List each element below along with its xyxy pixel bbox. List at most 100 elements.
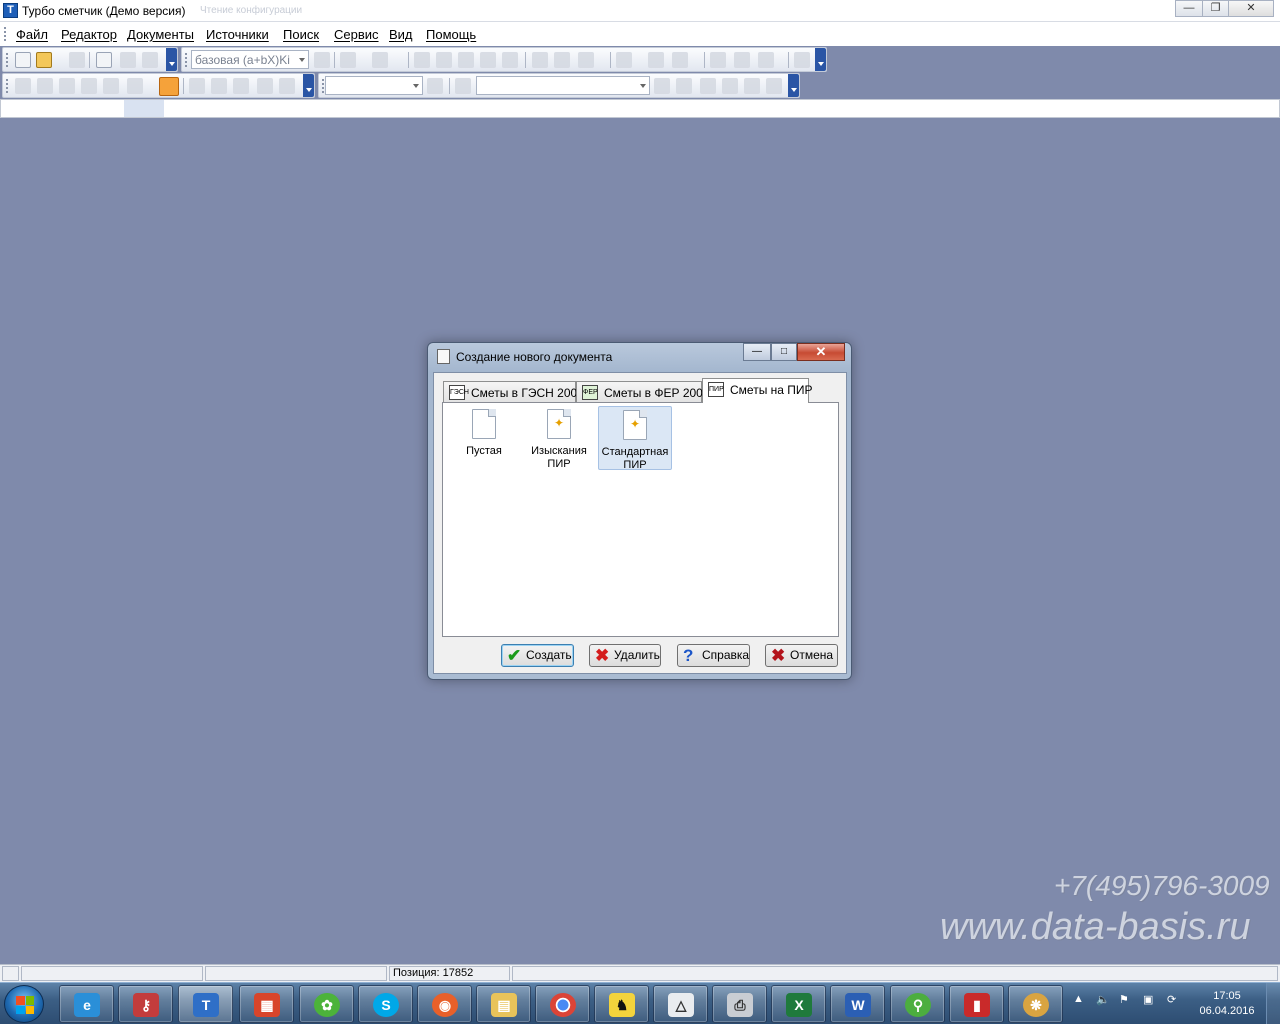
columns-icon[interactable] xyxy=(127,78,143,94)
menu-grip[interactable] xyxy=(4,27,7,41)
show-desktop-button[interactable] xyxy=(1266,983,1280,1024)
menu-documents[interactable]: Документы xyxy=(127,27,194,42)
taskbar-books-app[interactable]: ▮ xyxy=(949,985,1004,1023)
merge-icon[interactable] xyxy=(502,52,518,68)
grid-icon[interactable] xyxy=(15,78,31,94)
font-combo[interactable] xyxy=(325,76,423,95)
create-button[interactable]: ✔ Создать xyxy=(501,644,574,667)
zoom-icon[interactable] xyxy=(59,78,75,94)
tray-expand-icon[interactable]: ▲ xyxy=(1073,993,1084,1005)
font-apply-icon[interactable] xyxy=(427,78,443,94)
cut-icon[interactable] xyxy=(532,52,548,68)
taskbar-the-bat[interactable]: ♞ xyxy=(594,985,649,1023)
sync-icon[interactable]: ⟳ xyxy=(1167,993,1176,1006)
toolbar-overflow-button[interactable] xyxy=(815,48,826,71)
sum-icon[interactable] xyxy=(314,52,330,68)
toolbar-grip[interactable] xyxy=(6,79,9,93)
menu-sources[interactable]: Источники xyxy=(206,27,269,42)
i-icon[interactable] xyxy=(233,78,249,94)
clock[interactable]: 17:05 06.04.2016 xyxy=(1196,989,1258,1019)
taskbar-internet-explorer[interactable]: e xyxy=(59,985,114,1023)
format-icon[interactable] xyxy=(758,52,774,68)
volume-icon[interactable]: 🔈 xyxy=(1096,993,1110,1006)
undo-icon[interactable] xyxy=(340,52,356,68)
flag-icon[interactable]: ⚑ xyxy=(1119,993,1129,1006)
d-icon[interactable] xyxy=(211,78,227,94)
filter-settings-icon[interactable] xyxy=(766,78,782,94)
dialog-maximize-button[interactable]: □ xyxy=(771,343,797,361)
tab-fer-2001[interactable]: ФЕР Сметы в ФЕР 2001 xyxy=(576,381,710,402)
taskbar-explorer[interactable]: ▤ xyxy=(476,985,531,1023)
taskbar-chrome[interactable] xyxy=(535,985,590,1023)
toolbar-grip[interactable] xyxy=(6,53,9,67)
funnel-icon[interactable] xyxy=(722,78,738,94)
taskbar-origami-app[interactable]: △ xyxy=(653,985,708,1023)
redo-icon[interactable] xyxy=(372,52,388,68)
menu-service[interactable]: Сервис xyxy=(334,27,379,42)
restore-button[interactable]: ❐ xyxy=(1202,0,1229,17)
frame-icon[interactable] xyxy=(189,78,205,94)
template-surveys-pir[interactable]: ✦ Изыскания ПИР xyxy=(523,406,595,470)
template-standard-pir[interactable]: ✦ Стандартная ПИР xyxy=(598,406,672,471)
preview-icon[interactable] xyxy=(120,52,136,68)
tab-gesn-2001[interactable]: ГЭСН Сметы в ГЭСН 2001 xyxy=(443,381,584,402)
minimize-button[interactable]: — xyxy=(1175,0,1203,17)
copy-icon[interactable] xyxy=(554,52,570,68)
menu-search[interactable]: Поиск xyxy=(283,27,319,42)
menu-help[interactable]: Помощь xyxy=(426,27,476,42)
scissors-icon[interactable] xyxy=(734,52,750,68)
taskbar-firefox[interactable]: ◉ xyxy=(417,985,472,1023)
toolbar-grip[interactable] xyxy=(185,53,188,67)
style-combo[interactable] xyxy=(476,76,650,95)
filter-icon[interactable] xyxy=(700,78,716,94)
taskbar-turbo-smetchik[interactable]: T xyxy=(178,985,233,1023)
sort-icon[interactable] xyxy=(455,78,471,94)
percent-icon[interactable] xyxy=(794,52,810,68)
taskbar-word[interactable]: W xyxy=(830,985,885,1023)
network-icon[interactable]: ▣ xyxy=(1143,993,1153,1006)
new-document-icon[interactable] xyxy=(15,52,31,68)
taskbar-fax-app[interactable]: ⎙ xyxy=(712,985,767,1023)
move-icon[interactable] xyxy=(436,52,452,68)
list-lines-icon[interactable] xyxy=(103,78,119,94)
link-icon[interactable] xyxy=(480,52,496,68)
menu-editor[interactable]: Редактор xyxy=(61,27,117,42)
open-folder-icon[interactable] xyxy=(36,52,52,68)
tools-icon[interactable] xyxy=(458,52,474,68)
menu-view[interactable]: Вид xyxy=(389,27,413,42)
dialog-minimize-button[interactable]: — xyxy=(743,343,771,361)
formula-bar[interactable] xyxy=(0,99,1280,118)
toolbar-overflow-button[interactable] xyxy=(303,74,314,97)
cancel-button[interactable]: ✖ Отмена xyxy=(765,644,838,667)
insert-row-icon[interactable] xyxy=(414,52,430,68)
save-icon[interactable] xyxy=(69,52,85,68)
taskbar-keys-app[interactable]: ⚷ xyxy=(118,985,173,1023)
tools-icon[interactable] xyxy=(257,78,273,94)
align-icon[interactable] xyxy=(654,78,670,94)
template-blank[interactable]: Пустая xyxy=(447,406,521,470)
taskbar-excel[interactable]: X xyxy=(771,985,826,1023)
list-icon[interactable] xyxy=(672,52,688,68)
book-icon[interactable] xyxy=(96,52,112,68)
toolbar-overflow-button[interactable] xyxy=(788,74,799,97)
close-button[interactable]: ✕ xyxy=(1228,0,1274,17)
dialog-close-button[interactable]: ✕ xyxy=(797,343,845,361)
taskbar-skype[interactable]: S xyxy=(358,985,413,1023)
indent-icon[interactable] xyxy=(616,52,632,68)
menu-file[interactable]: Файл xyxy=(16,27,48,42)
toolbar-overflow-button[interactable] xyxy=(166,48,177,71)
flag-icon[interactable] xyxy=(279,78,295,94)
paste-icon[interactable] xyxy=(578,52,594,68)
arrow-right-icon[interactable] xyxy=(676,78,692,94)
formula-combo[interactable]: базовая (a+bX)Ki xyxy=(191,50,309,69)
taskbar-search-app[interactable]: ⚲ xyxy=(890,985,945,1023)
taskbar-icq[interactable]: ✿ xyxy=(299,985,354,1023)
k-icon[interactable] xyxy=(37,78,53,94)
taskbar-cubes-app[interactable]: ▦ xyxy=(239,985,294,1023)
filter-clear-icon[interactable] xyxy=(744,78,760,94)
table-icon[interactable] xyxy=(81,78,97,94)
print-icon[interactable] xyxy=(142,52,158,68)
tab-pir[interactable]: ПИР Сметы на ПИР xyxy=(702,378,813,403)
help-button[interactable]: ? Справка xyxy=(677,644,750,667)
highlight-icon[interactable] xyxy=(159,77,179,96)
